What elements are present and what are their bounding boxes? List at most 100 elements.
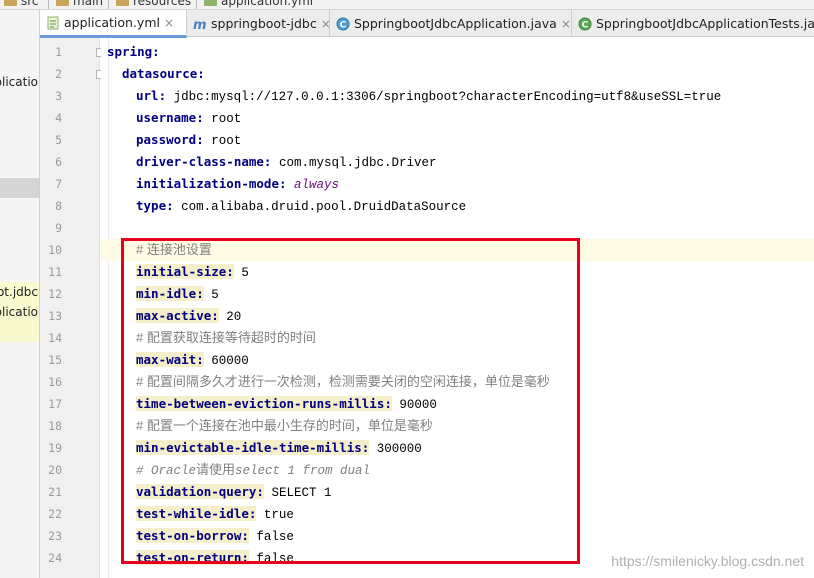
- code-line: password: root: [101, 129, 814, 151]
- yaml-value: 60000: [203, 354, 249, 368]
- line-number: 14: [48, 331, 62, 345]
- yaml-value: com.alibaba.druid.pool.DruidDataSource: [173, 200, 467, 214]
- close-icon[interactable]: ×: [561, 17, 571, 31]
- editor-tab-bar: application.yml × m sppringboot-jdbc × C…: [40, 10, 814, 38]
- close-icon[interactable]: ×: [164, 16, 174, 30]
- line-number: 18: [48, 419, 62, 433]
- folder-icon: [4, 0, 17, 6]
- yaml-key: min-idle:: [136, 286, 204, 301]
- tab-sppringboot-jdbc-application-tests[interactable]: C SppringbootJdbcApplicationTests.java: [572, 10, 814, 37]
- yaml-key: test-while-idle:: [136, 506, 257, 521]
- yaml-key: url:: [136, 88, 167, 103]
- code-line: spring:: [101, 41, 814, 63]
- breadcrumb-item-resources[interactable]: resources: [116, 0, 191, 8]
- breadcrumb-separator: [48, 0, 49, 9]
- breadcrumb-separator: [196, 0, 197, 9]
- yaml-value: SELECT 1: [263, 486, 332, 500]
- code-line: min-evictable-idle-time-millis: 300000: [101, 437, 814, 459]
- yaml-value: true: [256, 508, 294, 522]
- code-editor[interactable]: spring: datasource: url: jdbc:mysql://12…: [101, 38, 814, 578]
- breadcrumb-label: main: [73, 0, 103, 8]
- svg-text:m: m: [193, 18, 207, 31]
- yaml-value: false: [248, 552, 294, 566]
- project-tree-item[interactable]: [0, 322, 39, 342]
- yaml-file-icon: [204, 0, 217, 6]
- project-tree-item[interactable]: plicatio: [0, 72, 39, 92]
- yaml-comment: 请使用: [196, 462, 236, 477]
- tab-label: application.yml: [64, 15, 160, 30]
- code-line: time-between-eviction-runs-millis: 90000: [101, 393, 814, 415]
- line-number: 12: [48, 287, 62, 301]
- yaml-key: max-active:: [136, 308, 219, 323]
- yaml-comment: # 配置间隔多久才进行一次检测，检测需要关闭的空闲连接，单位是毫秒: [136, 374, 550, 389]
- line-number: 11: [48, 265, 62, 279]
- project-tree-item[interactable]: ot.jdbc: [0, 282, 39, 302]
- line-number: 15: [48, 353, 62, 367]
- project-tree-item[interactable]: plicatio: [0, 302, 39, 322]
- yaml-comment: # 配置一个连接在池中最小生存的时间，单位是毫秒: [136, 418, 433, 433]
- line-number: 20: [48, 463, 62, 477]
- project-panel: plicatio ot.jdbc plicatio: [0, 10, 40, 578]
- folder-icon: [56, 0, 69, 6]
- code-line: # Oracle请使用select 1 from dual: [101, 459, 814, 481]
- breadcrumb-item-src[interactable]: src: [4, 0, 39, 8]
- watermark: https://smilenicky.blog.csdn.net: [611, 553, 804, 569]
- line-number: 7: [55, 177, 62, 191]
- tab-label: SppringbootJdbcApplication.java: [354, 16, 557, 31]
- breadcrumb-label: src: [21, 0, 39, 8]
- breadcrumb-label: application.yml: [221, 0, 314, 8]
- code-line: validation-query: SELECT 1: [101, 481, 814, 503]
- code-line: type: com.alibaba.druid.pool.DruidDataSo…: [101, 195, 814, 217]
- yaml-key: type:: [136, 198, 174, 213]
- line-number: 4: [55, 111, 62, 125]
- svg-text:C: C: [340, 20, 347, 30]
- tab-label: SppringbootJdbcApplicationTests.java: [596, 16, 814, 31]
- yaml-value: root: [203, 134, 242, 148]
- yaml-value: com.mysql.jdbc.Driver: [271, 156, 437, 170]
- project-tree-item-selected[interactable]: [0, 178, 39, 198]
- breadcrumb-item-file[interactable]: application.yml: [204, 0, 313, 8]
- yaml-key: time-between-eviction-runs-millis:: [136, 396, 392, 411]
- yaml-comment: select 1 from dual: [235, 464, 371, 478]
- line-number: 10: [48, 243, 62, 257]
- yaml-value: 20: [218, 310, 242, 324]
- yaml-key: initial-size:: [136, 264, 234, 279]
- yaml-enum-value: always: [286, 178, 340, 192]
- line-number: 21: [48, 485, 62, 499]
- yaml-value: 5: [203, 288, 219, 302]
- line-number: 2: [55, 67, 62, 81]
- tab-sppringboot-jdbc-application[interactable]: C SppringbootJdbcApplication.java ×: [330, 10, 572, 37]
- code-line: username: root: [101, 107, 814, 129]
- code-line: test-while-idle: true: [101, 503, 814, 525]
- code-line: # 配置一个连接在池中最小生存的时间，单位是毫秒: [101, 415, 814, 437]
- line-number: 19: [48, 441, 62, 455]
- line-number: 23: [48, 529, 62, 543]
- breadcrumb-label: resources: [133, 0, 192, 8]
- svg-text:C: C: [582, 20, 589, 30]
- yaml-key: datasource:: [122, 66, 205, 81]
- tab-sppringboot-jdbc[interactable]: m sppringboot-jdbc ×: [187, 10, 331, 37]
- code-line: min-idle: 5: [101, 283, 814, 305]
- code-line-current: # 连接池设置: [101, 239, 814, 261]
- yaml-key: test-on-return:: [136, 550, 249, 565]
- line-number: 9: [55, 221, 62, 235]
- yaml-key: test-on-borrow:: [136, 528, 249, 543]
- code-line: initial-size: 5: [101, 261, 814, 283]
- breadcrumb-separator: [108, 0, 109, 9]
- yaml-file-icon: [47, 16, 59, 29]
- yaml-key: driver-class-name:: [136, 154, 272, 169]
- code-line: datasource:: [101, 63, 814, 85]
- line-number: 22: [48, 507, 62, 521]
- breadcrumb-item-main[interactable]: main: [56, 0, 103, 8]
- yaml-value: false: [248, 530, 294, 544]
- line-number: 17: [48, 397, 62, 411]
- code-line: url: jdbc:mysql://127.0.0.1:3306/springb…: [101, 85, 814, 107]
- yaml-value: root: [203, 112, 242, 126]
- yaml-value: 90000: [391, 398, 437, 412]
- tab-application-yml[interactable]: application.yml ×: [40, 10, 187, 38]
- java-class-icon: C: [336, 17, 350, 30]
- maven-m-icon: m: [193, 18, 207, 31]
- line-number: 3: [55, 89, 62, 103]
- yaml-key: username:: [136, 110, 204, 125]
- line-number: 1: [55, 45, 62, 59]
